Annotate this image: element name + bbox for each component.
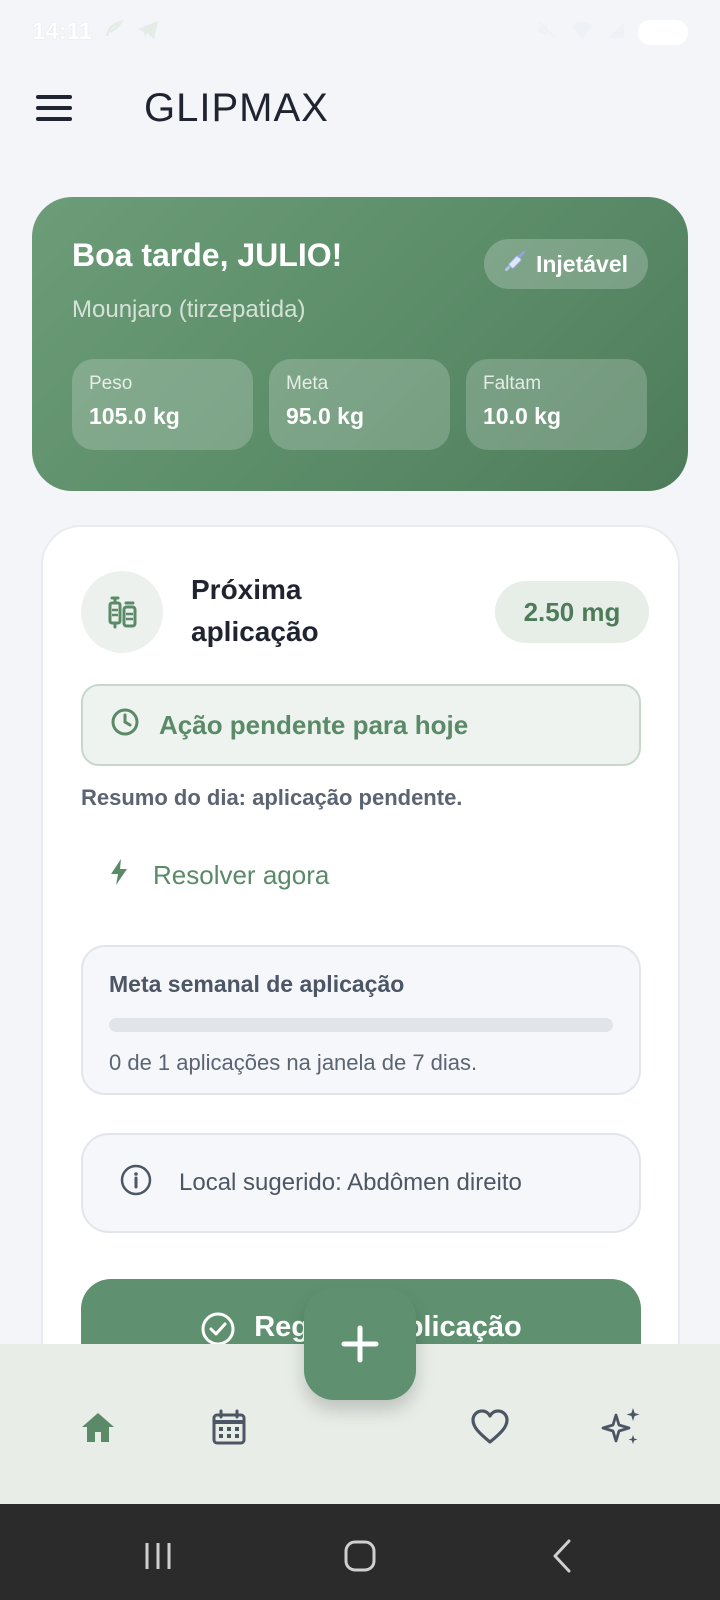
medication-name: Mounjaro (tirzepatida) [72, 296, 306, 323]
add-icon[interactable] [304, 1288, 416, 1400]
dose-badge: 2.50 mg [495, 581, 649, 643]
status-bar: 14:11 100 [0, 0, 720, 64]
stat-value: 95.0 kg [286, 403, 364, 429]
mute-icon [536, 19, 558, 46]
daily-summary: Resumo do dia: aplicação pendente. [81, 785, 463, 810]
wifi-icon [570, 19, 594, 46]
stat-label: Faltam [483, 373, 542, 394]
suggested-site-text: Local sugerido: Abdômen direito [179, 1169, 522, 1196]
stat-remaining: Faltam 10.0 kg [466, 359, 647, 450]
weekly-progress-bar [109, 1018, 613, 1032]
stats-row: Peso 105.0 kg Meta 95.0 kg Faltam 10.0 k… [72, 359, 647, 450]
vials-icon [81, 571, 163, 653]
telegram-icon [136, 18, 160, 47]
suggested-site-box: Local sugerido: Abdômen direito [81, 1133, 641, 1233]
greeting-card: Boa tarde, JULIO! Mounjaro (tirzepatida)… [32, 197, 688, 491]
app-bar: GLIPMAX [0, 70, 720, 146]
hamburger-menu-icon[interactable] [36, 88, 76, 128]
stat-goal: Meta 95.0 kg [269, 359, 450, 450]
lightning-icon [107, 857, 131, 894]
pending-text: Ação pendente para hoje [159, 709, 469, 740]
app-notification-icon [102, 18, 126, 47]
weekly-goal-title: Meta semanal de aplicação [109, 971, 405, 997]
stat-value: 10.0 kg [483, 403, 561, 429]
clock-icon [109, 706, 141, 745]
resolve-now-button[interactable]: Resolver agora [107, 857, 329, 894]
pending-action-banner: Ação pendente para hoje [81, 684, 641, 766]
stat-value: 105.0 kg [89, 403, 180, 429]
info-icon [119, 1163, 153, 1204]
status-time: 14:11 [32, 18, 93, 45]
next-application-header: Próxima aplicação 2.50 mg [81, 571, 649, 661]
heart-icon[interactable] [465, 1402, 515, 1452]
weekly-goal-text: 0 de 1 aplicações na janela de 7 dias. [109, 1050, 478, 1075]
system-navigation-bar [0, 1504, 720, 1600]
stat-weight: Peso 105.0 kg [72, 359, 253, 450]
weekly-goal-box: Meta semanal de aplicação 0 de 1 aplicaç… [81, 945, 641, 1095]
sparkles-icon[interactable] [597, 1402, 647, 1452]
next-application-title: Próxima aplicação [191, 574, 319, 647]
home-icon[interactable] [73, 1402, 123, 1452]
injectable-label: Injetável [535, 250, 628, 277]
resolve-now-label: Resolver agora [153, 860, 330, 890]
injectable-badge: Injetável [483, 239, 648, 289]
recent-apps-icon[interactable] [134, 1532, 182, 1580]
signal-icon [606, 20, 626, 45]
app-title: GLIPMAX [144, 85, 329, 130]
stat-label: Peso [89, 373, 133, 394]
battery-indicator: 100 [637, 19, 688, 45]
stat-label: Meta [286, 373, 329, 394]
back-icon[interactable] [538, 1532, 586, 1580]
syringe-icon [502, 248, 528, 280]
calendar-icon[interactable] [204, 1402, 254, 1452]
home-button-icon[interactable] [336, 1532, 384, 1580]
